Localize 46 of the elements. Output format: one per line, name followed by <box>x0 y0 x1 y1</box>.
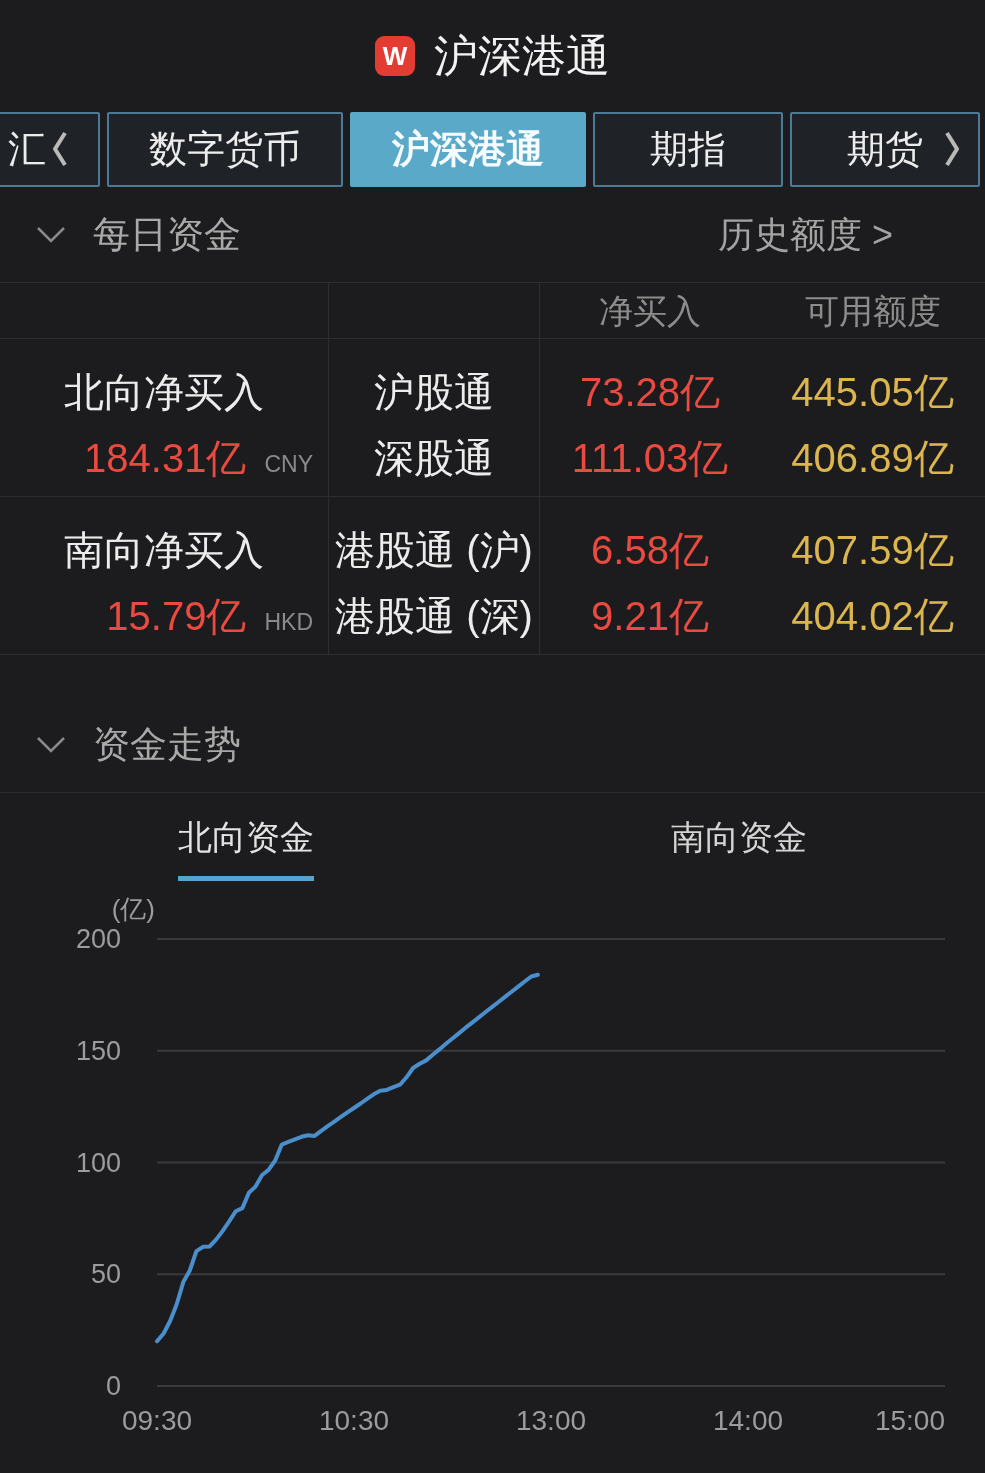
x-axis-label: 15:00 <box>874 1404 945 1436</box>
net-buy-total: 15.79亿 <box>106 593 247 639</box>
direction-label: 南向净买入 <box>64 527 264 573</box>
y-axis-label: 100 <box>75 1147 121 1178</box>
category-tab[interactable]: 汇 <box>0 112 100 187</box>
net-buy-value: 9.21亿 <box>591 593 709 639</box>
x-axis-label: 10:30 <box>318 1404 390 1436</box>
column-header: 可用额度 <box>804 290 941 331</box>
x-axis-label: 14:00 <box>712 1404 784 1436</box>
net-buy-value: 6.58亿 <box>591 527 709 573</box>
flow-direction-tab[interactable]: 北向资金 <box>178 793 315 881</box>
x-axis-label: 09:30 <box>121 1404 193 1436</box>
available-quota-value: 404.02亿 <box>791 593 954 639</box>
chevron-down-icon[interactable] <box>36 736 66 753</box>
channel-name: 港股通 (沪) <box>335 527 533 573</box>
app-logo: W <box>375 36 415 76</box>
chevron-right-icon[interactable] <box>944 130 960 168</box>
y-axis-label: 150 <box>75 1035 121 1066</box>
column-header: 净买入 <box>599 290 701 331</box>
available-quota-value: 407.59亿 <box>791 527 954 573</box>
channel-name: 沪股通 <box>374 369 494 415</box>
section-title: 每日资金 <box>93 212 241 257</box>
channel-name: 港股通 (深) <box>335 593 533 639</box>
category-tab[interactable]: 期指 <box>593 112 783 187</box>
category-tab[interactable]: 数字货币 <box>107 112 343 187</box>
y-axis-unit: (亿) <box>111 894 155 924</box>
category-tab[interactable]: 期货 <box>790 112 980 187</box>
y-axis-label: 0 <box>105 1371 121 1401</box>
net-buy-value: 73.28亿 <box>579 369 721 415</box>
y-axis-label: 50 <box>90 1259 121 1290</box>
channel-name: 深股通 <box>374 435 494 481</box>
flow-direction-tab[interactable]: 南向资金 <box>670 793 807 881</box>
available-quota-value: 445.05亿 <box>791 369 954 415</box>
direction-label: 北向净买入 <box>64 369 264 415</box>
section-title: 资金走势 <box>93 722 241 767</box>
net-buy-value: 111.03亿 <box>571 435 729 481</box>
net-buy-total: 184.31亿 <box>84 435 247 481</box>
chevron-down-icon[interactable] <box>36 226 66 243</box>
y-axis-label: 200 <box>75 924 121 954</box>
currency-code: CNY <box>264 450 313 479</box>
page-title: 沪深港通 <box>434 30 610 82</box>
chevron-left-icon[interactable] <box>52 130 68 168</box>
history-quota-link[interactable]: 历史额度 > <box>717 212 893 257</box>
x-axis-label: 13:00 <box>515 1404 587 1436</box>
available-quota-value: 406.89亿 <box>791 435 954 481</box>
currency-code: HKD <box>264 608 313 637</box>
